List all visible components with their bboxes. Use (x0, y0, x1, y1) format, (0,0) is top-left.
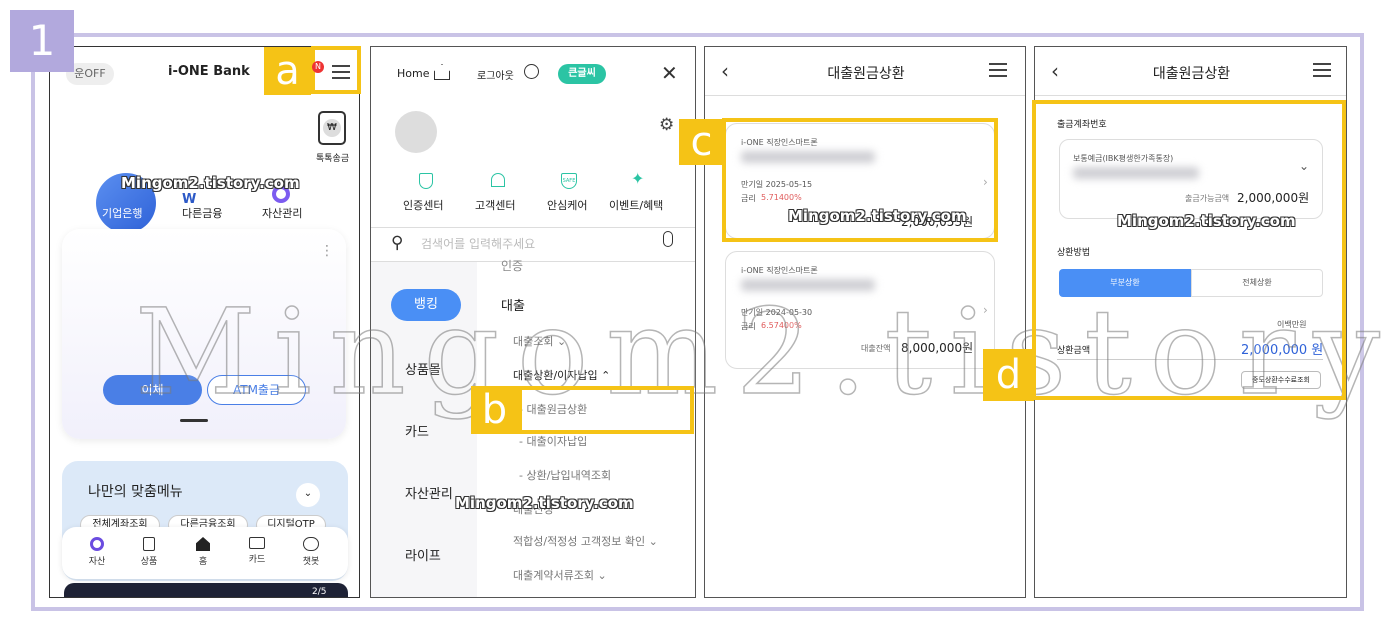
account-card (62, 229, 346, 439)
quick-menu-auth[interactable]: 인증센터 (403, 197, 443, 213)
carousel-indicator (180, 419, 208, 422)
shield-icon (419, 173, 433, 189)
quick-menu-events[interactable]: 이벤트/혜택 (609, 197, 663, 213)
gear-icon[interactable]: ⚙ (659, 115, 674, 135)
app-logo: i-ONE Bank (168, 64, 250, 79)
tab-products[interactable]: 상품 (134, 537, 164, 567)
search-icon: ⚲ (391, 233, 404, 253)
callout-d: d (983, 349, 1034, 401)
category-products[interactable]: 상품몰 (405, 359, 441, 378)
close-icon[interactable]: ✕ (661, 61, 678, 85)
tab-label: 상품 (140, 557, 158, 567)
watermark-small: Mingom2.tistory.com (788, 207, 967, 225)
callout-b: b (471, 386, 518, 434)
loan-rate: 6.57400% (761, 321, 802, 330)
power-icon[interactable] (524, 64, 539, 79)
asset-icon (90, 537, 104, 551)
category-card[interactable]: 카드 (405, 421, 429, 440)
loan-maturity: 만기일 2024-05-30 (741, 308, 813, 317)
wallet-icon[interactable]: ₩ (318, 111, 346, 145)
step-number-badge: 1 (10, 10, 74, 72)
bag-icon (143, 537, 155, 551)
won-glyph-icon: ₩ (323, 119, 341, 137)
page-title: 대출원금상환 (1152, 66, 1231, 82)
large-font-toggle[interactable]: 큰글씨 (558, 64, 606, 84)
menu-repayment-history[interactable]: - 상환/납입내역조회 (519, 467, 611, 483)
party-popper-icon: ✦ (631, 169, 645, 188)
menu-interest-payment[interactable]: - 대출이자납입 (519, 433, 587, 449)
tab-label: 챗봇 (302, 557, 320, 567)
menu-icon[interactable] (989, 59, 1007, 81)
tab-chatbot[interactable]: 챗봇 (296, 537, 326, 567)
divider (371, 227, 695, 228)
screen-home: 운OFF i-ONE Bank N ₩ 톡톡송금 기업은행 W 다른금융 자산관… (49, 46, 360, 598)
loan-product: i-ONE 직장인스마트론 (741, 266, 818, 275)
chevron-down-icon[interactable]: ⌄ (296, 483, 320, 507)
account-number-blur (741, 279, 875, 291)
home-icon (196, 537, 210, 551)
safe-shield-icon: SAFE (561, 173, 577, 189)
tab-label: 카드 (248, 555, 266, 565)
transfer-button[interactable]: 이체 (103, 375, 202, 405)
nav-item-bank[interactable]: 기업은행 (102, 205, 142, 221)
notification-badge: N (312, 61, 324, 73)
category-asset[interactable]: 자산관리 (405, 483, 453, 502)
microphone-icon[interactable] (663, 231, 673, 247)
quick-menu-safe-care[interactable]: 안심케어 (547, 197, 587, 213)
tab-card[interactable]: 카드 (242, 537, 272, 565)
menu-loan-inquiry[interactable]: 대출조회 ⌄ (513, 333, 566, 349)
chatbot-icon (303, 537, 319, 551)
watermark-small: Mingom2.tistory.com (455, 494, 634, 512)
logout-link[interactable]: 로그아웃 (477, 67, 514, 82)
menu-contract-docs[interactable]: 대출계약서류조회 ⌄ (513, 567, 607, 583)
chevron-right-icon: › (983, 303, 988, 317)
divider (1035, 95, 1346, 96)
tab-label: 홈 (198, 557, 208, 567)
bottom-banner[interactable] (64, 583, 348, 597)
nav-item-other-finance[interactable]: 다른금융 (182, 205, 222, 221)
callout-c: c (679, 119, 724, 165)
watermark-small: Mingom2.tistory.com (121, 174, 300, 192)
highlight-principal-repayment (518, 386, 694, 434)
nav-item-asset[interactable]: 자산관리 (262, 205, 302, 221)
category-banking[interactable]: 뱅킹 (391, 289, 461, 321)
card-icon (249, 537, 265, 549)
watermark-small: Mingom2.tistory.com (1117, 212, 1296, 230)
headset-icon (491, 173, 505, 187)
quick-menu-support[interactable]: 고객센터 (475, 197, 515, 213)
rate-label: 금리 (741, 322, 756, 331)
partial-heading: 인증 (501, 259, 524, 273)
home-icon[interactable] (434, 64, 450, 80)
atm-button[interactable]: ATM출금 (207, 375, 306, 405)
my-menu-title: 나만의 맞춤메뉴 (88, 484, 183, 500)
home-link[interactable]: Home (397, 67, 429, 80)
tab-asset[interactable]: 자산 (82, 537, 112, 567)
highlight-repayment-form (1032, 100, 1346, 400)
more-icon[interactable]: ⋮ (320, 243, 334, 259)
menu-icon[interactable] (1313, 59, 1331, 81)
page-title: 대출원금상환 (827, 66, 905, 82)
category-life[interactable]: 라이프 (405, 545, 441, 564)
divider (705, 95, 1025, 96)
callout-a: a (264, 47, 311, 95)
avatar (395, 111, 437, 153)
tab-home[interactable]: 홈 (188, 537, 218, 567)
banner-page: 2/5 (312, 587, 327, 597)
menu-loan-repayment[interactable]: 대출상환/이자납입 ⌃ (513, 367, 610, 383)
quick-icon-label: 톡톡송금 (316, 154, 350, 164)
menu-suitability[interactable]: 적합성/적정성 고객정보 확인 ⌄ (513, 533, 658, 549)
loan-balance: 8,000,000원 (901, 341, 974, 355)
section-title-loan: 대출 (501, 299, 525, 314)
screen-all-menu: Home 로그아웃 큰글씨 ✕ ⚙ 인증센터 고객센터 SAFE 안심케어 ✦ … (370, 46, 696, 598)
search-input[interactable]: 검색어를 입력해주세요 (421, 235, 535, 252)
tab-label: 자산 (88, 557, 106, 567)
balance-label: 대출잔액 (861, 344, 891, 353)
